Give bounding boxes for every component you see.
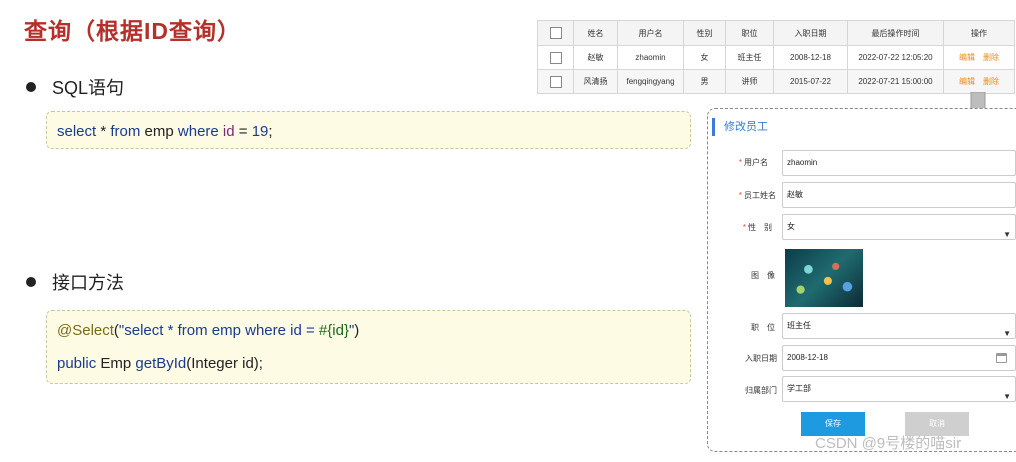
gender-select[interactable]: 女 ▼ bbox=[782, 214, 1016, 240]
table-header: 最后操作时间 bbox=[847, 20, 944, 46]
code-line: public Emp getById(Integer id); bbox=[57, 354, 680, 374]
row-select bbox=[537, 69, 574, 94]
required-mark: * bbox=[742, 223, 746, 232]
code-line: select * from emp where id = 19; bbox=[57, 122, 680, 142]
cell-name: 风清扬 bbox=[573, 69, 618, 94]
row-checkbox[interactable] bbox=[549, 75, 562, 88]
code-token: Emp bbox=[96, 355, 136, 372]
calendar-icon[interactable] bbox=[996, 353, 1007, 363]
row-checkbox[interactable] bbox=[549, 51, 562, 64]
cell-entry-date: 2008-12-18 bbox=[773, 45, 848, 70]
cell-entry-date: 2015-07-22 bbox=[773, 69, 848, 94]
code-token: id bbox=[222, 123, 235, 140]
watermark: CSDN @9号楼的喵sir bbox=[815, 435, 962, 452]
cell-actions: 编辑 删除 bbox=[943, 69, 1015, 94]
java-code-block: @Select("select * from emp where id = #{… bbox=[46, 310, 691, 384]
dialog-title: 修改员工 bbox=[712, 118, 768, 136]
table-row: 赵敏 zhaomin 女 班主任 2008-12-18 2022-07-22 1… bbox=[537, 45, 1015, 70]
edit-link[interactable]: 编辑 bbox=[959, 53, 975, 62]
label-job: 职 位 bbox=[751, 323, 775, 332]
code-token: * bbox=[96, 123, 111, 140]
table-row: 风清扬 fengqingyang 男 讲师 2015-07-22 2022-07… bbox=[537, 69, 1015, 94]
bullet-dot-icon bbox=[26, 277, 36, 287]
cell-username: zhaomin bbox=[617, 45, 684, 70]
code-token: @Select bbox=[57, 322, 114, 339]
cell-name: 赵敏 bbox=[573, 45, 618, 70]
cell-job: 班主任 bbox=[725, 45, 774, 70]
table-header: 操作 bbox=[943, 20, 1015, 46]
cell-gender: 女 bbox=[683, 45, 726, 70]
bullet-sql: SQL语句 bbox=[26, 74, 124, 100]
table-header: 姓名 bbox=[573, 20, 618, 46]
cell-gender: 男 bbox=[683, 69, 726, 94]
name-input[interactable]: 赵敏 bbox=[782, 182, 1016, 208]
code-token: (Integer id); bbox=[186, 355, 263, 372]
select-value: 学工部 bbox=[787, 384, 811, 393]
label-text: 用户名 bbox=[744, 158, 768, 167]
sql-code-block: select * from emp where id = 19; bbox=[46, 111, 691, 149]
label-text: 性 别 bbox=[748, 223, 772, 232]
username-input[interactable]: zhaomin bbox=[782, 150, 1016, 176]
code-token: select bbox=[57, 123, 97, 140]
job-select[interactable]: 班主任 ▼ bbox=[782, 313, 1016, 339]
cell-actions: 编辑 删除 bbox=[943, 45, 1015, 70]
bullet-dot-icon bbox=[26, 82, 36, 92]
table-header-select bbox=[537, 20, 574, 46]
table-header-row: 姓名 用户名 性别 职位 入职日期 最后操作时间 操作 bbox=[537, 20, 1015, 46]
chevron-down-icon: ▼ bbox=[1003, 392, 1011, 401]
bullet-text: 接口方法 bbox=[52, 273, 124, 293]
code-token: "select * from emp where id = bbox=[118, 322, 319, 339]
bullet-interface: 接口方法 bbox=[26, 269, 124, 295]
date-value: 2008-12-18 bbox=[787, 353, 828, 362]
code-token: where bbox=[177, 123, 219, 140]
code-token: = bbox=[234, 123, 252, 140]
edit-link[interactable]: 编辑 bbox=[959, 77, 975, 86]
slide-title: 查询（根据ID查询） bbox=[24, 18, 241, 44]
required-mark: * bbox=[738, 191, 742, 200]
cell-job: 讲师 bbox=[725, 69, 774, 94]
cell-username: fengqingyang bbox=[617, 69, 684, 94]
cell-update-time: 2022-07-21 15:00:00 bbox=[847, 69, 944, 94]
code-line: @Select("select * from emp where id = #{… bbox=[57, 321, 680, 341]
bullet-text: SQL语句 bbox=[52, 78, 125, 98]
select-value: 班主任 bbox=[787, 321, 811, 330]
code-token: 19 bbox=[251, 123, 269, 140]
code-token: ) bbox=[354, 322, 360, 339]
label-image: 图 像 bbox=[751, 271, 775, 280]
label-username: * 用户名 bbox=[702, 157, 768, 168]
label-gender: * 性 别 bbox=[706, 222, 772, 233]
code-token: from bbox=[110, 123, 141, 140]
label-entry-date: 入职日期 bbox=[745, 354, 777, 363]
cell-update-time: 2022-07-22 12:05:20 bbox=[847, 45, 944, 70]
delete-link[interactable]: 删除 bbox=[983, 77, 999, 86]
table-header: 职位 bbox=[725, 20, 774, 46]
code-token: getById bbox=[135, 355, 187, 372]
entry-date-input[interactable]: 2008-12-18 bbox=[782, 345, 1016, 371]
label-name: * 员工姓名 bbox=[710, 190, 776, 201]
chevron-down-icon: ▼ bbox=[1003, 230, 1011, 239]
table-header: 用户名 bbox=[617, 20, 684, 46]
row-select bbox=[537, 45, 574, 70]
employee-table: 姓名 用户名 性别 职位 入职日期 最后操作时间 操作 赵敏 zhaomin 女… bbox=[537, 20, 1015, 94]
select-all-checkbox[interactable] bbox=[549, 27, 562, 39]
employee-photo[interactable] bbox=[785, 249, 863, 307]
required-mark: * bbox=[738, 158, 742, 167]
code-token: public bbox=[57, 355, 97, 372]
label-text: 员工姓名 bbox=[744, 191, 776, 200]
dept-select[interactable]: 学工部 ▼ bbox=[782, 376, 1016, 402]
chevron-down-icon: ▼ bbox=[1003, 329, 1011, 338]
table-header: 性别 bbox=[683, 20, 726, 46]
label-dept: 归属部门 bbox=[745, 386, 777, 395]
code-token: emp bbox=[140, 123, 178, 140]
code-token: #{id} bbox=[318, 322, 349, 339]
select-value: 女 bbox=[787, 222, 795, 231]
code-token: ; bbox=[268, 123, 273, 140]
delete-link[interactable]: 删除 bbox=[983, 53, 999, 62]
table-header: 入职日期 bbox=[773, 20, 848, 46]
